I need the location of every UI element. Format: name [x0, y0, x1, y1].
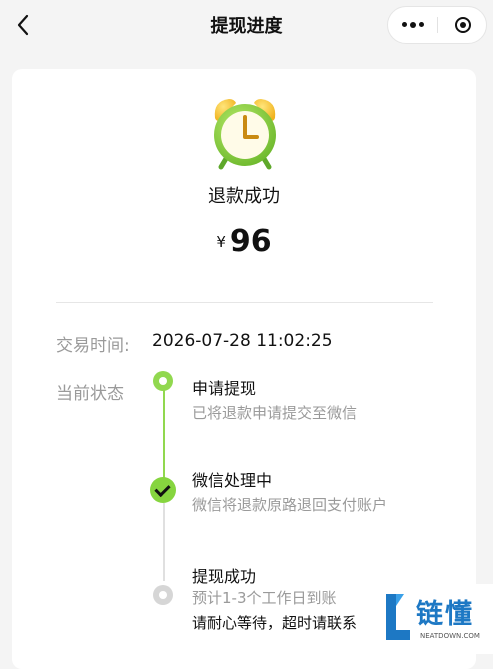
nav-bar: 提现进度: [0, 0, 493, 50]
step-pending-dot-icon: [153, 585, 173, 605]
target-close-icon: [454, 17, 471, 33]
mini-program-capsule: [387, 6, 487, 44]
step-title: 提现成功: [192, 567, 257, 586]
divider: [56, 302, 433, 303]
more-button[interactable]: [388, 7, 437, 43]
amount-value: 96: [229, 224, 272, 259]
step-title: 申请提现: [192, 379, 257, 398]
watermark-logo: 链懂 NEATDOWN.COM: [378, 584, 493, 654]
currency-symbol: ¥: [216, 233, 226, 251]
progress-card: 退款成功 ¥96 交易时间: 2026-07-28 11:02:25 当前状态 …: [12, 69, 476, 669]
watermark-l-icon: [386, 594, 410, 640]
watermark-subtext: NEATDOWN.COM: [420, 632, 480, 640]
step-done-dot-icon: [153, 371, 173, 391]
timeline-connector-done: [163, 390, 165, 481]
step-desc: 已将退款申请提交至微信: [192, 404, 358, 422]
status-title: 退款成功: [208, 186, 280, 207]
step-desc: 预计1-3个工作日到账: [192, 589, 337, 607]
step-title: 微信处理中: [192, 471, 273, 490]
watermark-text: 链懂: [416, 599, 474, 630]
alarm-clock-icon: [214, 99, 276, 170]
transaction-time-value: 2026-07-28 11:02:25: [152, 331, 333, 351]
timeline-connector-pending: [163, 503, 165, 581]
refund-amount: ¥96: [12, 224, 476, 259]
step-current-check-icon: [150, 477, 176, 503]
close-mini-program-button[interactable]: [438, 7, 487, 43]
current-state-label: 当前状态: [56, 384, 124, 404]
step-desc: 微信将退款原路退回支付账户: [192, 496, 388, 514]
more-dots-icon: [401, 22, 424, 28]
transaction-time-label: 交易时间:: [56, 336, 130, 356]
step-note: 请耐心等待，超时请联系: [192, 614, 358, 632]
